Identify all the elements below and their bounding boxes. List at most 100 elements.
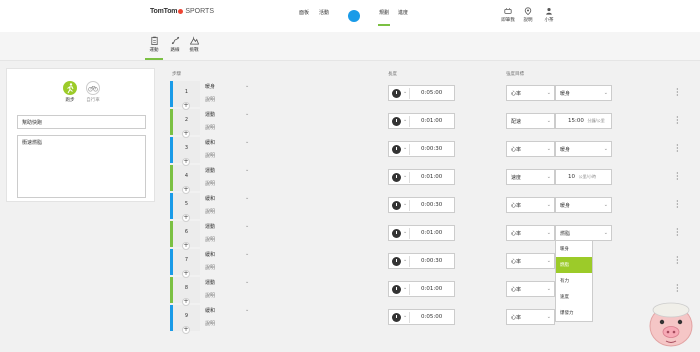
step-type-select[interactable]: 暖身 (205, 83, 215, 90)
step-description[interactable]: 說明 (205, 292, 215, 299)
step-description[interactable]: 說明 (205, 208, 215, 215)
more-options-icon[interactable]: ··· (676, 226, 679, 240)
nav-activities[interactable]: 活動 (319, 9, 329, 16)
target-zone-dropdown[interactable]: 暖身 燃脂 有力 速度 爆發力 (555, 240, 593, 322)
step-description[interactable]: 說明 (205, 152, 215, 159)
duration-field[interactable]: ⌄ 0:01:00 (388, 113, 455, 129)
tab-challenges[interactable]: 挑戰 (183, 36, 205, 53)
duration-field[interactable]: ⌄ 0:01:00 (388, 281, 455, 297)
add-step-button[interactable]: + (182, 214, 190, 222)
duration-field[interactable]: ⌄ 0:01:00 (388, 225, 455, 241)
chevron-down-icon[interactable]: ⌄ (245, 251, 249, 257)
table-row[interactable]: 3 + 緩和 ⌄ 說明 ⌄ 0:00:30 心率 ⌄ 暖身 ⌄ · · · (170, 137, 700, 166)
step-type-select[interactable]: 緩和 (205, 307, 215, 314)
table-row[interactable]: 6 + 運動 ⌄ 說明 ⌄ 0:01:00 心率 ⌄ 燃脂 ⌄ · · · (170, 221, 700, 250)
nav-progress[interactable]: 進度 (398, 9, 408, 16)
step-description[interactable]: 說明 (205, 96, 215, 103)
start-button[interactable] (337, 0, 371, 34)
table-row[interactable]: 4 + 運動 ⌄ 說明 ⌄ 0:01:00 速度 ⌄ 10 公里/小時 · · · (170, 165, 700, 194)
table-row[interactable]: 1 + 暖身 ⌄ 說明 ⌄ 0:05:00 心率 ⌄ 暖身 ⌄ · · · (170, 81, 700, 110)
add-step-button[interactable]: + (182, 270, 190, 278)
target-type-select[interactable]: 心率 ⌄ (506, 253, 555, 269)
add-step-button[interactable]: + (182, 186, 190, 194)
table-row[interactable]: 8 + 運動 ⌄ 說明 ⌄ 0:01:00 心率 ⌄ · · · (170, 277, 700, 306)
duration-value[interactable]: 0:01:00 (421, 174, 442, 180)
add-step-button[interactable]: + (182, 298, 190, 306)
target-type-select[interactable]: 心率 ⌄ (506, 309, 555, 325)
more-options-icon[interactable]: ··· (676, 86, 679, 100)
dropdown-option[interactable]: 速度 (556, 289, 592, 305)
step-description[interactable]: 說明 (205, 320, 215, 327)
more-options-icon[interactable]: ··· (676, 142, 679, 156)
dropdown-option[interactable]: 爆發力 (556, 305, 592, 321)
target-type-select[interactable]: 心率 ⌄ (506, 85, 555, 101)
chevron-down-icon[interactable]: ⌄ (403, 257, 407, 263)
duration-field[interactable]: ⌄ 0:05:00 (388, 85, 455, 101)
dropdown-option[interactable]: 有力 (556, 273, 592, 289)
more-options-icon[interactable]: ··· (676, 254, 679, 268)
step-type-select[interactable]: 緩和 (205, 139, 215, 146)
target-type-select[interactable]: 速度 ⌄ (506, 169, 555, 185)
duration-field[interactable]: ⌄ 0:00:30 (388, 141, 455, 157)
table-row[interactable]: 5 + 緩和 ⌄ 說明 ⌄ 0:00:30 心率 ⌄ 暖身 ⌄ · · · (170, 193, 700, 222)
duration-field[interactable]: ⌄ 0:00:30 (388, 197, 455, 213)
nav-dashboard[interactable]: 面板 (299, 9, 309, 16)
target-value-field[interactable]: 15:00 分鐘/公里 (555, 113, 612, 129)
chevron-down-icon[interactable]: ⌄ (403, 313, 407, 319)
chevron-down-icon[interactable]: ⌄ (245, 167, 249, 173)
add-step-button[interactable]: + (182, 242, 190, 250)
duration-value[interactable]: 0:00:30 (421, 146, 442, 152)
chevron-down-icon[interactable]: ⌄ (245, 307, 249, 313)
step-description[interactable]: 說明 (205, 264, 215, 271)
target-value-field[interactable]: 暖身 ⌄ (555, 85, 612, 101)
duration-field[interactable]: ⌄ 0:05:00 (388, 309, 455, 325)
chevron-down-icon[interactable]: ⌄ (403, 89, 407, 95)
target-type-select[interactable]: 心率 ⌄ (506, 197, 555, 213)
chevron-down-icon[interactable]: ⌄ (245, 83, 249, 89)
table-row[interactable]: 9 + 緩和 ⌄ 說明 ⌄ 0:05:00 心率 ⌄ ··· (170, 305, 700, 334)
chevron-down-icon[interactable]: ⌄ (403, 285, 407, 291)
nav-profile[interactable]: 小茶 (537, 7, 561, 23)
workout-description-textarea[interactable]: 衝速燃脂 (17, 135, 146, 198)
chevron-down-icon[interactable]: ⌄ (403, 145, 407, 151)
target-type-select[interactable]: 配速 ⌄ (506, 113, 555, 129)
duration-field[interactable]: ⌄ 0:01:00 (388, 169, 455, 185)
dropdown-option[interactable]: 暖身 (556, 241, 592, 257)
more-options-icon[interactable]: ··· (676, 114, 679, 128)
sport-cycling[interactable]: 自行車 (83, 81, 103, 103)
table-row[interactable]: 2 + 運動 ⌄ 說明 ⌄ 0:01:00 配速 ⌄ 15:00 分鐘/公里 ·… (170, 109, 700, 138)
step-type-select[interactable]: 運動 (205, 279, 215, 286)
target-value-field[interactable]: 10 公里/小時 (555, 169, 612, 185)
duration-field[interactable]: ⌄ 0:00:30 (388, 253, 455, 269)
step-type-select[interactable]: 運動 (205, 167, 215, 174)
target-type-select[interactable]: 心率 ⌄ (506, 141, 555, 157)
duration-value[interactable]: 0:01:00 (421, 118, 442, 124)
chevron-down-icon[interactable]: ⌄ (245, 195, 249, 201)
more-options-icon[interactable]: ··· (676, 170, 679, 184)
step-type-select[interactable]: 緩和 (205, 195, 215, 202)
duration-value[interactable]: 0:00:30 (421, 258, 442, 264)
more-options-icon[interactable]: ··· (676, 282, 679, 296)
duration-value[interactable]: 0:00:30 (421, 202, 442, 208)
more-options-icon[interactable]: ··· (676, 198, 679, 212)
chevron-down-icon[interactable]: ⌄ (403, 117, 407, 123)
nav-plan[interactable]: 規劃 (377, 9, 391, 26)
target-value-field[interactable]: 燃脂 ⌄ (555, 225, 612, 241)
dropdown-option[interactable]: 燃脂 (556, 257, 592, 273)
target-type-select[interactable]: 心率 ⌄ (506, 281, 555, 297)
step-type-select[interactable]: 運動 (205, 111, 215, 118)
brand-logo[interactable]: TomTom SPORTS (150, 8, 214, 15)
target-value-field[interactable]: 暖身 ⌄ (555, 141, 612, 157)
duration-value[interactable]: 0:01:00 (421, 286, 442, 292)
step-type-select[interactable]: 緩和 (205, 251, 215, 258)
duration-value[interactable]: 0:01:00 (421, 230, 442, 236)
table-row[interactable]: 7 + 緩和 ⌄ 說明 ⌄ 0:00:30 心率 ⌄ · · · (170, 249, 700, 278)
chevron-down-icon[interactable]: ⌄ (403, 201, 407, 207)
add-step-button[interactable]: + (182, 130, 190, 138)
tab-workouts[interactable]: 運動 (143, 36, 165, 60)
step-type-select[interactable]: 運動 (205, 223, 215, 230)
add-step-button[interactable]: + (182, 326, 190, 334)
target-type-select[interactable]: 心率 ⌄ (506, 225, 555, 241)
add-step-button[interactable]: + (182, 102, 190, 110)
step-description[interactable]: 說明 (205, 124, 215, 131)
